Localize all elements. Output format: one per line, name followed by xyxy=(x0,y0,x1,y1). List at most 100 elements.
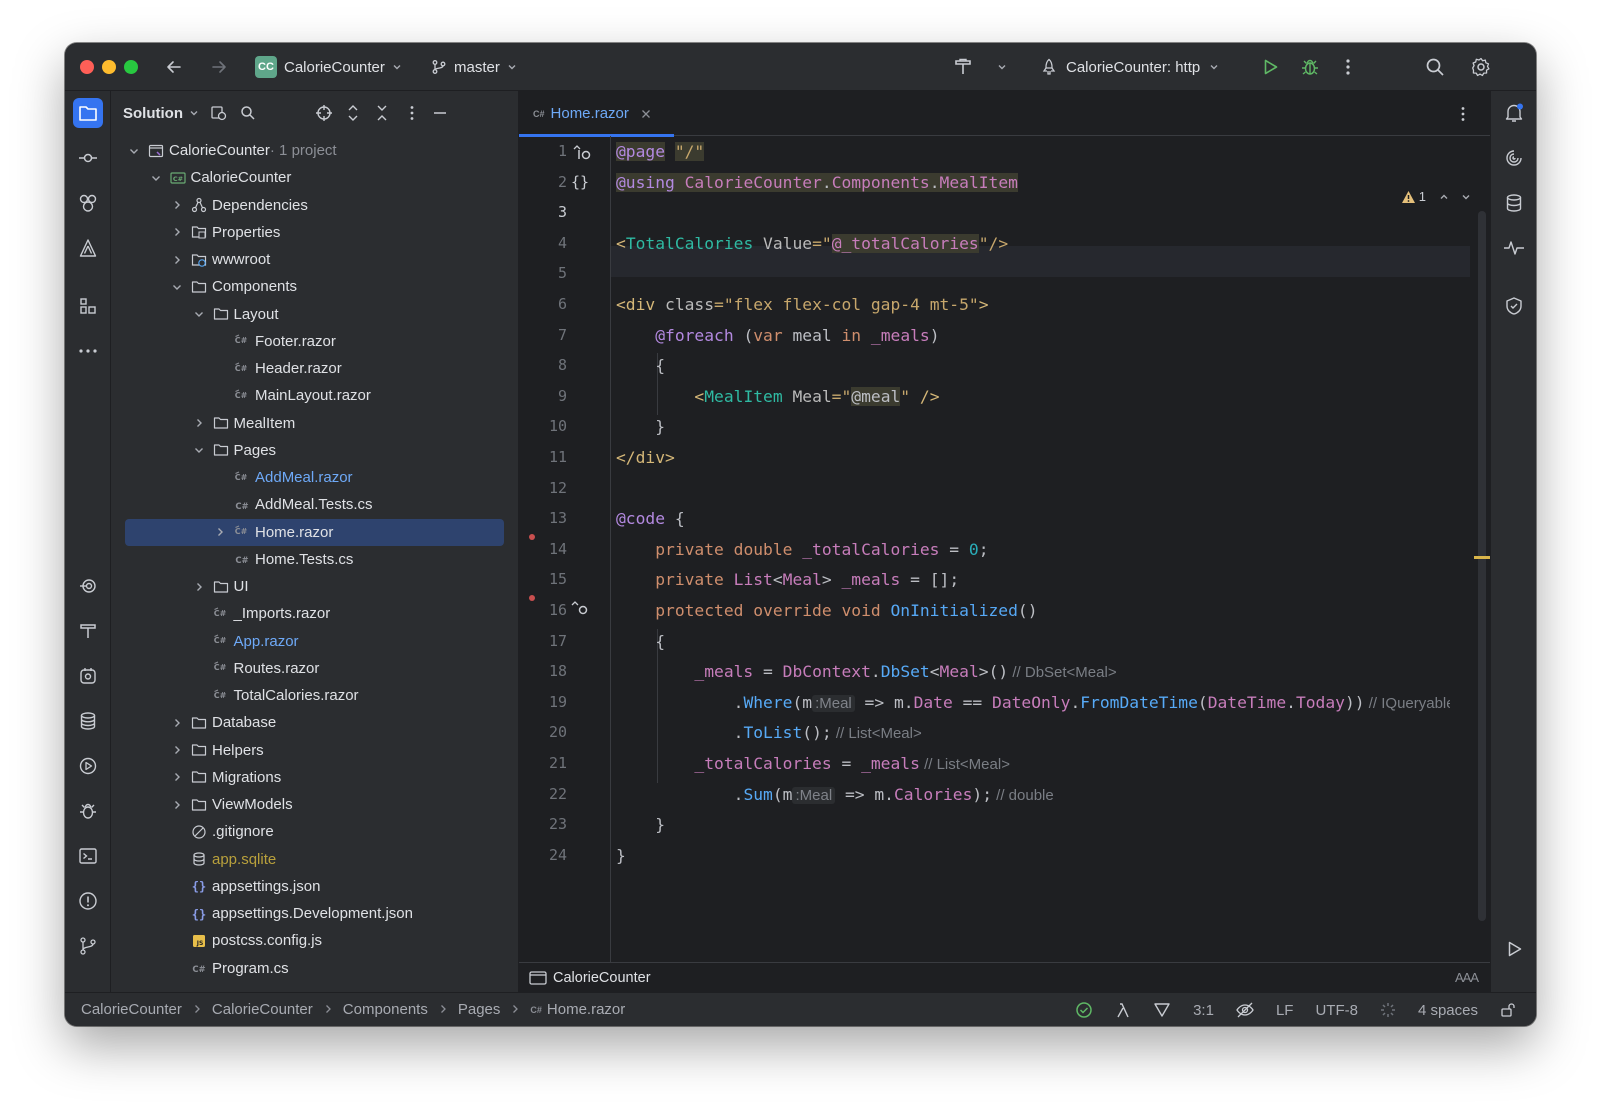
chevron-down-icon[interactable] xyxy=(127,144,141,158)
debug-tool-button[interactable] xyxy=(73,796,103,826)
tree-item[interactable]: C# Program.cs xyxy=(125,955,504,982)
filter-icon[interactable] xyxy=(1153,1002,1171,1018)
back-button[interactable] xyxy=(162,55,186,79)
tree-item[interactable]: Dependencies xyxy=(125,192,504,219)
run-button[interactable] xyxy=(1257,54,1283,80)
code-line[interactable]: protected override void OnInitialized() xyxy=(616,595,1037,626)
terminal-tool-button[interactable] xyxy=(73,841,103,871)
chevron-down-icon[interactable] xyxy=(192,307,206,321)
code-line[interactable]: private List<Meal> _meals = []; xyxy=(616,564,959,595)
solution-view-selector[interactable]: Solution xyxy=(123,102,200,124)
indent-setting[interactable]: 4 spaces xyxy=(1418,1002,1478,1019)
expand-all-button[interactable] xyxy=(342,102,364,124)
debug-button[interactable] xyxy=(1297,54,1323,80)
panel-options-button[interactable] xyxy=(401,102,423,124)
collapse-all-button[interactable] xyxy=(371,102,393,124)
tree-item[interactable]: Helpers xyxy=(125,737,504,764)
database-tool-button[interactable] xyxy=(73,706,103,736)
settings-button[interactable] xyxy=(1468,54,1494,80)
code-line[interactable]: } xyxy=(616,840,626,871)
notifications-button[interactable] xyxy=(1499,98,1529,128)
nuget-tool-button[interactable] xyxy=(73,188,103,218)
tree-item[interactable]: ViewModels xyxy=(125,791,504,818)
breadcrumb-item[interactable]: Home.razor xyxy=(547,1001,625,1018)
code-line[interactable]: } xyxy=(616,809,665,840)
structure-tool-button[interactable] xyxy=(73,233,103,263)
tree-item[interactable]: C# AddMeal.razor xyxy=(125,464,504,491)
chevron-right-icon[interactable] xyxy=(170,743,184,757)
tree-item[interactable]: Components xyxy=(125,273,504,300)
tree-item[interactable]: C# CalorieCounter xyxy=(125,164,504,191)
profiler-button[interactable] xyxy=(1499,233,1529,263)
minimize-window-button[interactable] xyxy=(102,60,116,74)
close-icon[interactable] xyxy=(641,109,651,119)
tree-item[interactable]: C# MainLayout.razor xyxy=(125,382,504,409)
tree-item[interactable]: C# AddMeal.Tests.cs xyxy=(125,491,504,518)
ai-assistant-button[interactable] xyxy=(1499,143,1529,173)
find-in-tree-button[interactable] xyxy=(237,102,259,124)
override-marker-icon[interactable] xyxy=(569,599,591,623)
more-tools-button[interactable] xyxy=(73,336,103,366)
tree-item[interactable]: C# Home.razor xyxy=(125,518,504,546)
code-line[interactable]: </div> xyxy=(616,442,675,473)
build-options-button[interactable] xyxy=(990,55,1014,79)
chevron-right-icon[interactable] xyxy=(170,716,184,730)
route-marker-icon[interactable] xyxy=(571,142,593,166)
chevron-right-icon[interactable] xyxy=(170,225,184,239)
tree-item[interactable]: Properties xyxy=(125,219,504,246)
code-line[interactable]: <MealItem Meal="@meal" /> xyxy=(616,381,940,412)
chevron-right-icon[interactable] xyxy=(213,525,227,539)
forward-button[interactable] xyxy=(207,55,231,79)
tree-item[interactable]: C# Home.Tests.cs xyxy=(125,546,504,573)
inspection-widget[interactable]: 1 xyxy=(1401,189,1472,204)
editor-footer-label[interactable]: CalorieCounter xyxy=(553,970,651,986)
tree-item[interactable]: C# Footer.razor xyxy=(125,328,504,355)
project-selector[interactable]: CC CalorieCounter xyxy=(255,55,403,79)
tree-item[interactable]: MealItem xyxy=(125,410,504,437)
code-line[interactable]: { xyxy=(616,626,665,657)
warning-stripe-marker[interactable] xyxy=(1474,556,1490,559)
security-button[interactable] xyxy=(1499,291,1529,321)
run-tool-button[interactable] xyxy=(73,751,103,781)
chevron-right-icon[interactable] xyxy=(192,580,206,594)
breadcrumb-item[interactable]: Components xyxy=(343,1001,428,1018)
chevron-right-icon[interactable] xyxy=(170,798,184,812)
search-everywhere-button[interactable] xyxy=(1422,54,1448,80)
chevron-right-icon[interactable] xyxy=(170,198,184,212)
no-eye-icon[interactable] xyxy=(1236,1002,1254,1018)
code-line[interactable]: @code { xyxy=(616,503,685,534)
chevron-right-icon[interactable] xyxy=(192,416,206,430)
tree-item[interactable]: Pages xyxy=(125,437,504,464)
locate-file-button[interactable] xyxy=(313,102,335,124)
usings-icon[interactable]: {} xyxy=(571,173,589,191)
tree-item[interactable]: C# Routes.razor xyxy=(125,655,504,682)
dynamic-program-analysis-button[interactable] xyxy=(73,661,103,691)
tree-item[interactable]: C# Header.razor xyxy=(125,355,504,382)
tree-item[interactable]: Database xyxy=(125,709,504,736)
file-encoding[interactable]: UTF-8 xyxy=(1315,1002,1358,1019)
tree-item[interactable]: wwwroot xyxy=(125,246,504,273)
branch-selector[interactable]: master xyxy=(431,55,518,79)
code-line[interactable]: @foreach (var meal in _meals) xyxy=(616,320,939,351)
unlock-icon[interactable] xyxy=(1500,1002,1516,1018)
code-line[interactable]: private double _totalCalories = 0; xyxy=(616,534,988,565)
tree-item[interactable]: Migrations xyxy=(125,764,504,791)
tree-item[interactable]: CalorieCounter · 1 project xyxy=(125,137,504,164)
chevron-up-icon[interactable] xyxy=(1438,191,1450,203)
tree-item[interactable]: Layout xyxy=(125,301,504,328)
code-line[interactable]: @using CalorieCounter.Components.MealIte… xyxy=(616,167,1018,198)
code-line[interactable]: <div class="flex flex-col gap-4 mt-5"> xyxy=(616,289,989,320)
tree-item[interactable]: UI xyxy=(125,573,504,600)
endpoints-tool-button[interactable] xyxy=(73,571,103,601)
chevron-right-icon[interactable] xyxy=(170,770,184,784)
vertical-scrollbar[interactable] xyxy=(1478,211,1486,921)
show-all-files-button[interactable] xyxy=(208,102,230,124)
caret-position[interactable]: 3:1 xyxy=(1193,1002,1214,1019)
tab-home-razor[interactable]: C# Home.razor xyxy=(519,91,674,137)
tree-item[interactable]: app.sqlite xyxy=(125,846,504,873)
chevron-down-icon[interactable] xyxy=(192,443,206,457)
tree-item[interactable]: C# TotalCalories.razor xyxy=(125,682,504,709)
build-button[interactable] xyxy=(950,54,976,80)
tree-item[interactable]: {} appsettings.json xyxy=(125,873,504,900)
font-size-icon[interactable]: AAA xyxy=(1455,970,1479,985)
